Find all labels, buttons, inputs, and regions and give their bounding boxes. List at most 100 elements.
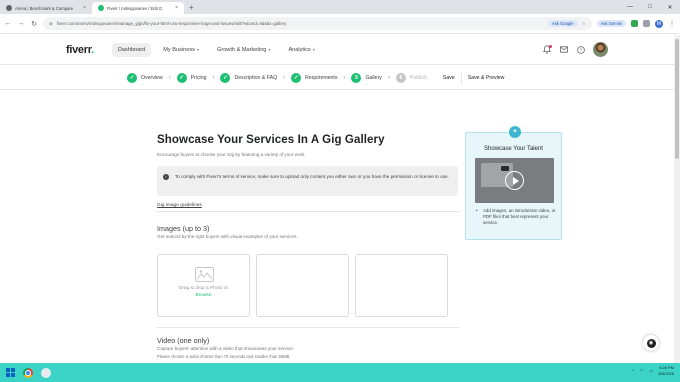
chat-button[interactable]: ◉ [643, 335, 659, 351]
site-info-icon[interactable]: ⊜ [49, 21, 53, 27]
header-actions: ? [542, 42, 608, 57]
ask-gemini-button[interactable]: Ask Gemini [596, 20, 626, 27]
image-slot-2[interactable] [256, 254, 349, 317]
tray-chevron-icon[interactable]: ^ [632, 368, 634, 373]
close-tab-icon[interactable]: × [83, 5, 86, 11]
section-divider [157, 327, 459, 328]
chevron-right-icon: › [343, 74, 346, 81]
notice-text: To comply with Fiverr's terms of service… [175, 174, 449, 179]
page-subtitle: Encourage buyers to choose your Gig by f… [157, 152, 306, 157]
os-taskbar: ^ ◠ ◁ 5:28 PM 8/5/2026 [0, 363, 680, 382]
check-icon: ✓ [220, 72, 231, 83]
url-field[interactable]: ⊜ fiverr.com/users/mdvsgovanev/manage_gi… [43, 17, 592, 30]
main-nav: Dashboard My Business ▾ Growth & Marketin… [111, 42, 321, 57]
tab-label: Arena | Benchmark & Compare [15, 5, 74, 11]
chevron-down-icon: ▾ [196, 46, 199, 52]
chevron-right-icon: › [387, 74, 390, 81]
tab-favicon-icon [6, 5, 12, 11]
video-section-subtitle: Capture buyers' attention with a video t… [157, 346, 294, 351]
volume-icon[interactable]: ◁ [649, 368, 652, 373]
wifi-icon[interactable]: ◠ [640, 368, 644, 373]
address-bar: ← → ↻ ⊜ fiverr.com/users/mdvsgovanev/man… [0, 14, 680, 34]
save-button[interactable]: Save [437, 72, 461, 84]
messages-envelope-icon[interactable] [559, 45, 569, 55]
browse-link[interactable]: Browse [158, 292, 249, 299]
ask-google-button[interactable]: Ask Google [547, 20, 578, 27]
fiverr-favicon-icon [98, 5, 104, 11]
browser-profile-avatar[interactable]: M [655, 19, 663, 28]
app-taskbar-icon[interactable] [41, 367, 51, 378]
terms-notice: i To comply with Fiverr's terms of servi… [157, 166, 458, 196]
notification-dot [549, 44, 552, 48]
bookmark-star-icon[interactable]: ☆ [582, 21, 586, 27]
nav-dashboard[interactable]: Dashboard [111, 42, 152, 57]
system-tray: ^ ◠ ◁ 5:28 PM 8/5/2026 [632, 365, 674, 376]
browser-tab-arena[interactable]: Arena | Benchmark & Compare × [0, 2, 92, 14]
forward-arrow-icon[interactable]: → [17, 20, 25, 27]
page-scrollbar[interactable] [674, 35, 680, 363]
check-icon: ✓ [291, 72, 302, 83]
windows-start-icon[interactable] [6, 368, 15, 377]
browser-tab-bar: Arena | Benchmark & Compare × Fiverr / m… [0, 0, 680, 14]
chevron-right-icon: › [283, 74, 286, 81]
chevron-right-icon: › [168, 74, 171, 81]
nav-my-business[interactable]: My Business ▾ [157, 43, 205, 57]
window-controls: — □ ✕ [620, 0, 680, 14]
step-overview[interactable]: ✓ Overview [127, 72, 163, 83]
fiverr-logo[interactable]: fiverr. [66, 44, 94, 56]
page-title: Showcase Your Services In A Gig Gallery [157, 134, 385, 146]
gig-image-guidelines-link[interactable]: Gig image guidelines [157, 203, 202, 208]
step-pricing[interactable]: ✓ Pricing [176, 72, 206, 83]
close-tab-icon[interactable]: × [175, 5, 178, 11]
chevron-down-icon: ▾ [268, 46, 271, 52]
svg-text:?: ? [580, 47, 583, 52]
card-title: Showcase Your Talent [484, 146, 543, 152]
info-icon: i [163, 174, 169, 180]
step-number-badge: 5 [351, 72, 362, 83]
save-preview-button[interactable]: Save & Preview [460, 71, 511, 84]
tab-label: Fiverr / mdvsgovanev / Edit G [107, 5, 163, 11]
images-section-subtitle: Get noticed by the right buyers with vis… [157, 234, 298, 239]
browser-menu-icon[interactable]: ⋮ [668, 20, 676, 28]
extensions-puzzle-icon[interactable] [643, 20, 650, 27]
scrollbar-thumb[interactable] [675, 39, 679, 159]
card-tip-text: Add images, an introduction video, or PD… [476, 208, 556, 227]
video-section-hint: Please choose a video shorter than 75 se… [157, 354, 290, 359]
gig-wizard-steps: ✓ Overview › ✓ Pricing › ✓ Description & FA… [0, 66, 680, 90]
site-header: fiverr. Dashboard My Business ▾ Growth & … [0, 35, 680, 65]
reload-icon[interactable]: ↻ [30, 20, 38, 28]
chrome-taskbar-icon[interactable] [23, 367, 33, 378]
images-section-title: Images (up to 3) [157, 224, 210, 233]
step-number-badge: 6 [395, 72, 406, 83]
notifications-bell-icon[interactable] [542, 44, 552, 55]
extension-icon[interactable] [631, 20, 638, 27]
chevron-down-icon: ▾ [312, 46, 315, 52]
back-arrow-icon[interactable]: ← [4, 20, 12, 27]
help-question-icon[interactable]: ? [576, 45, 586, 55]
step-gallery[interactable]: 5 Gallery [351, 72, 382, 83]
check-icon: ✓ [127, 72, 137, 83]
gallery-section: Showcase Your Services In A Gig Gallery … [157, 134, 459, 359]
maximize-icon[interactable]: □ [640, 4, 660, 10]
nav-growth-marketing[interactable]: Growth & Marketing ▾ [211, 43, 276, 57]
step-publish[interactable]: 6 Publish [395, 72, 427, 83]
user-avatar[interactable] [593, 42, 608, 57]
showcase-talent-card: ✦ Showcase Your Talent Add images, an in… [465, 126, 562, 240]
play-icon[interactable] [505, 171, 524, 190]
system-clock[interactable]: 5:28 PM 8/5/2026 [658, 365, 674, 376]
nav-analytics[interactable]: Analytics ▾ [282, 43, 320, 57]
step-requirements[interactable]: ✓ Requirements [291, 72, 337, 83]
image-dropzone[interactable]: Drag & drop a Photo or Browse [157, 254, 250, 317]
new-tab-button[interactable]: + [184, 2, 199, 14]
video-section-title: Video (one only) [157, 336, 210, 345]
image-slot-3[interactable] [355, 254, 448, 317]
close-window-icon[interactable]: ✕ [660, 4, 680, 11]
video-thumbnail[interactable] [475, 158, 554, 203]
dropzone-text: Drag & drop a Photo or Browse [158, 285, 249, 299]
thumbnail-preview-detail [501, 166, 509, 171]
check-icon: ✓ [176, 72, 187, 83]
image-placeholder-icon [195, 267, 214, 282]
step-description-faq[interactable]: ✓ Description & FAQ [220, 72, 277, 83]
minimize-icon[interactable]: — [620, 4, 640, 10]
browser-tab-fiverr[interactable]: Fiverr / mdvsgovanev / Edit G × [92, 2, 184, 14]
